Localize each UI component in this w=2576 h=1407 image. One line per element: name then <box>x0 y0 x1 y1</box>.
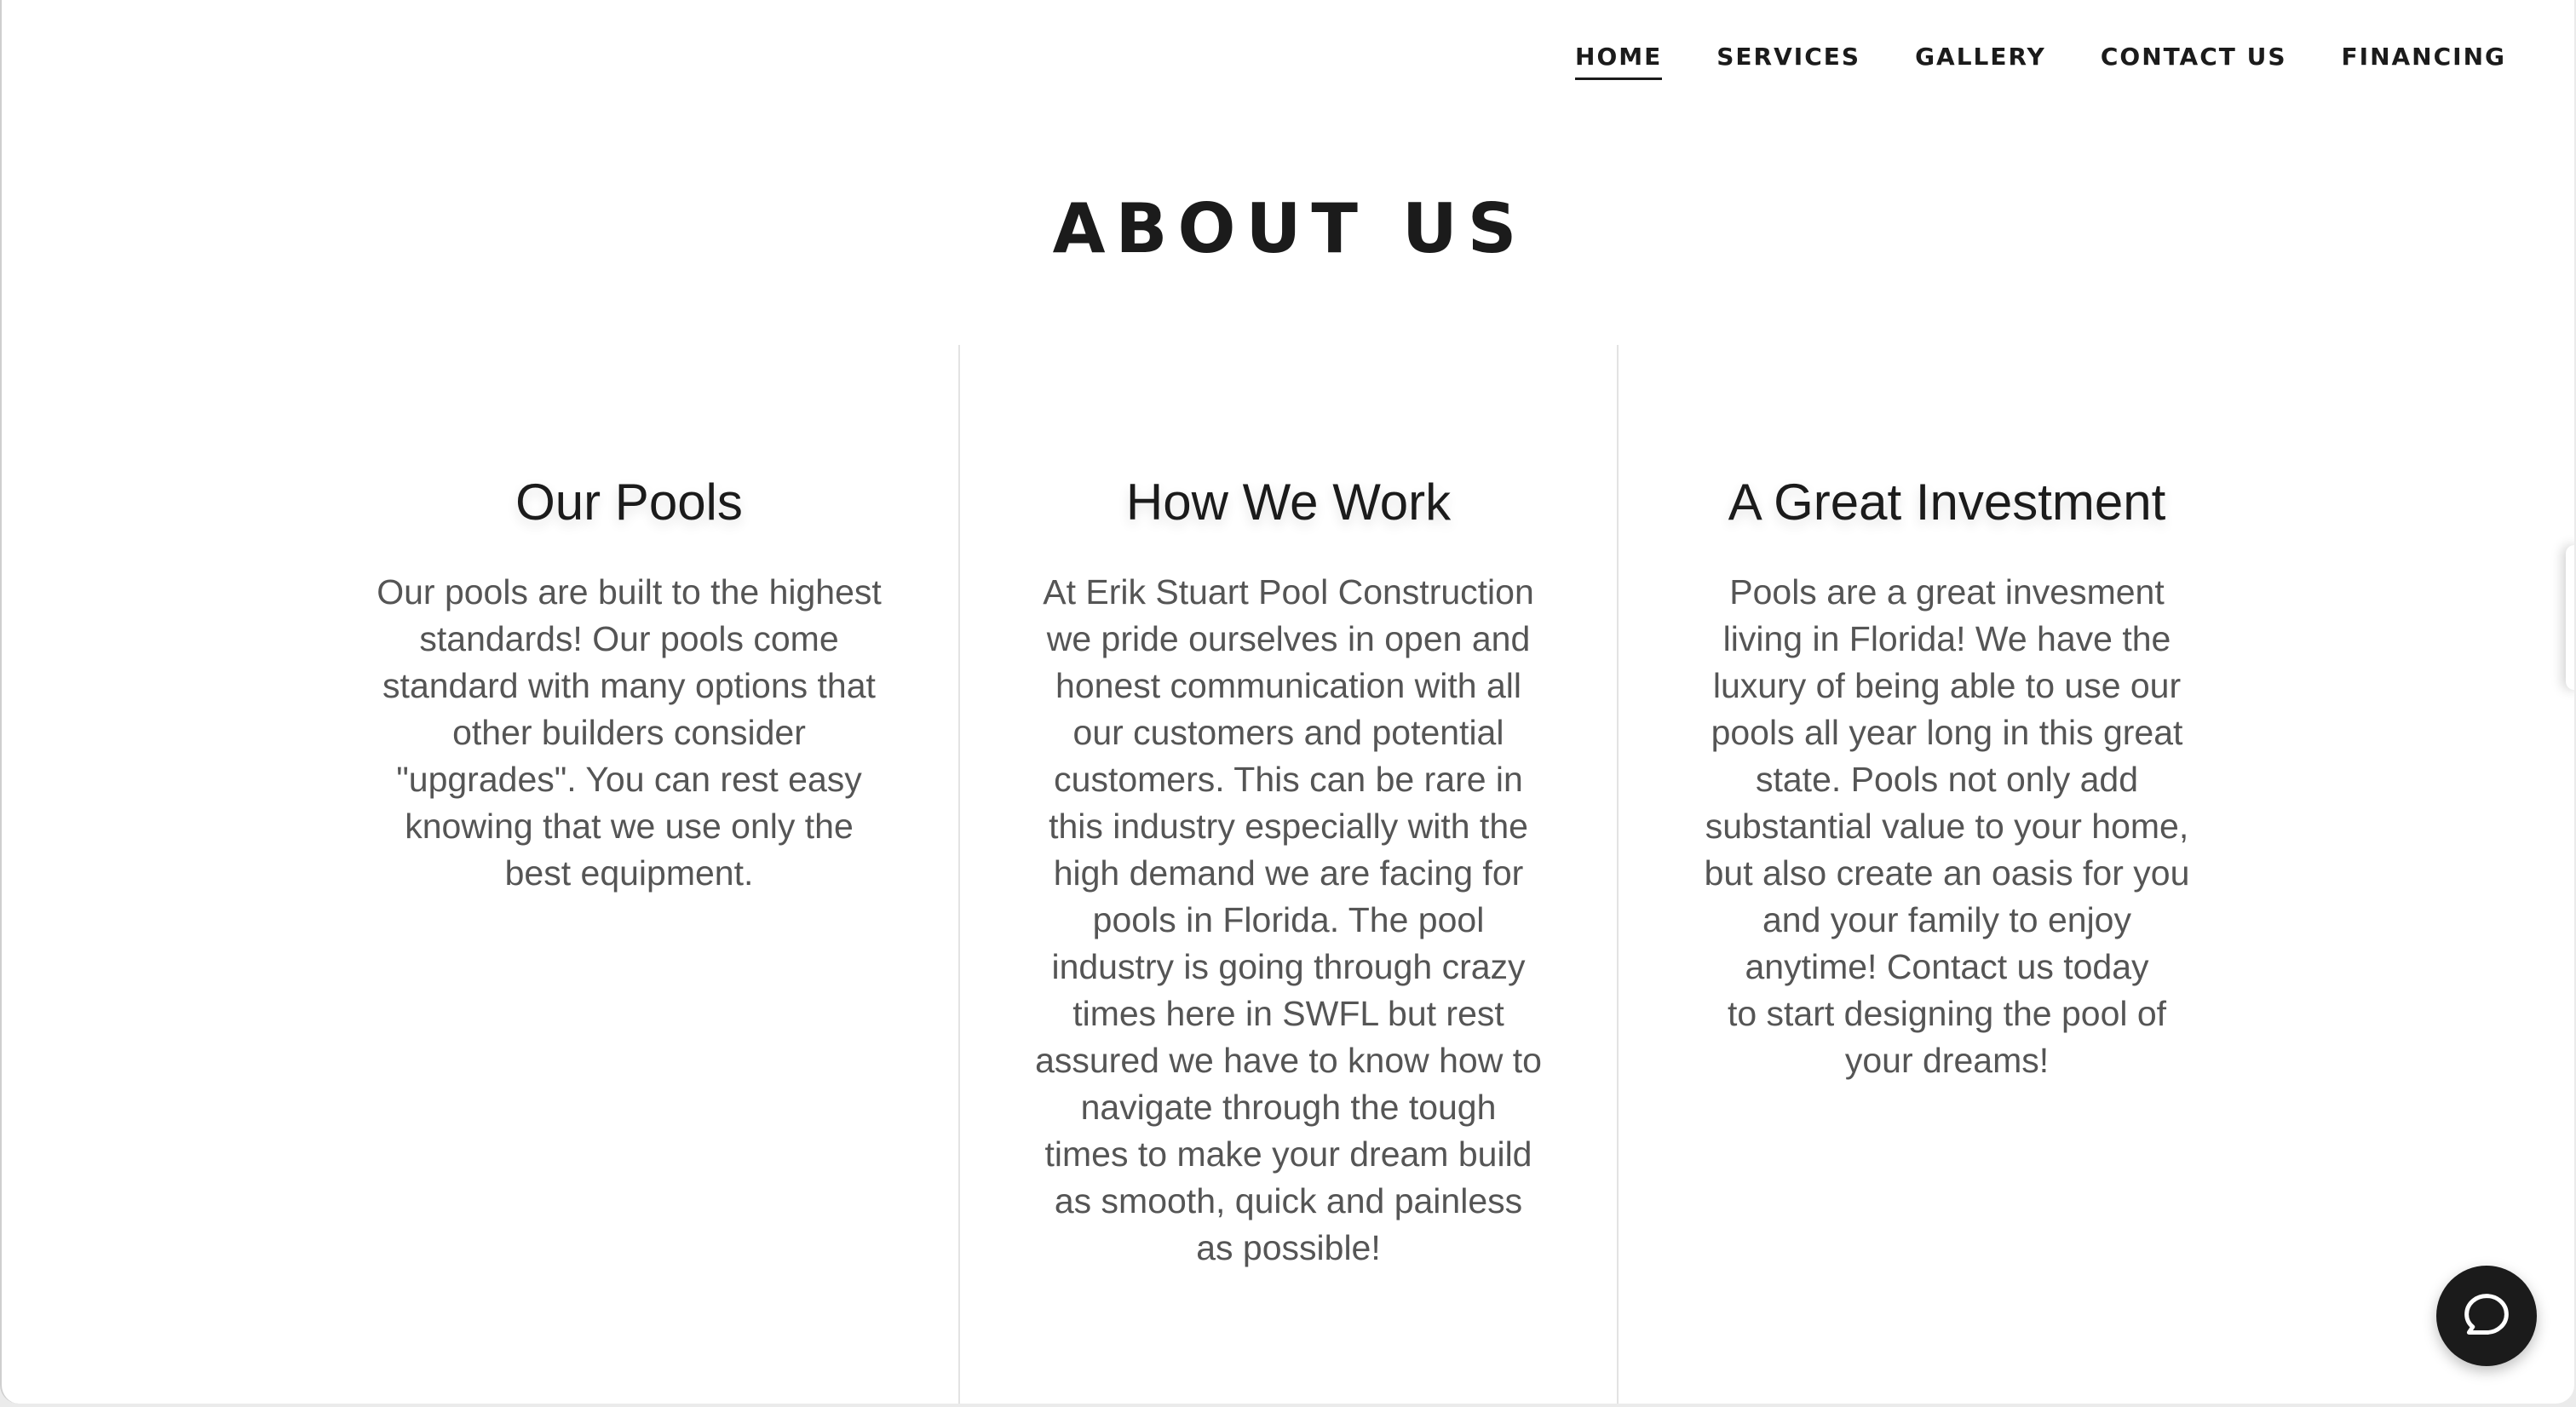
nav-gallery-link[interactable]: GALLERY <box>1915 43 2046 80</box>
about-columns: Our Pools Our pools are built to the hig… <box>300 345 2276 1404</box>
column-title: How We Work <box>1125 474 1452 531</box>
nav-home-link[interactable]: HOME <box>1575 43 1663 80</box>
about-column-how-we-work: How We Work At Erik Stuart Pool Construc… <box>958 345 1617 1404</box>
about-column-our-pools: Our Pools Our pools are built to the hig… <box>300 345 958 1404</box>
page: HOME SERVICES GALLERY CONTACT US FINANCI… <box>0 0 2574 1404</box>
nav-financing-link[interactable]: FINANCING <box>2342 43 2506 80</box>
chat-bubble-icon <box>2464 1294 2509 1335</box>
column-text: Pools are a great invesment living in Fl… <box>1704 572 2190 1080</box>
about-us-heading: ABOUT US <box>1052 189 1527 268</box>
chat-button[interactable] <box>2436 1266 2537 1366</box>
column-title: A Great Investment <box>1728 474 2166 531</box>
main-nav: HOME SERVICES GALLERY CONTACT US FINANCI… <box>1575 43 2506 80</box>
side-panel-edge <box>2566 545 2574 690</box>
nav-services-link[interactable]: SERVICES <box>1716 43 1860 80</box>
column-text: Our pools are built to the highest stand… <box>377 572 882 893</box>
column-text: At Erik Stuart Pool Construction we prid… <box>1035 572 1542 1267</box>
nav-contact-us-link[interactable]: CONTACT US <box>2101 43 2287 80</box>
about-column-great-investment: A Great Investment Pools are a great inv… <box>1617 345 2275 1404</box>
column-title: Our Pools <box>515 474 743 531</box>
